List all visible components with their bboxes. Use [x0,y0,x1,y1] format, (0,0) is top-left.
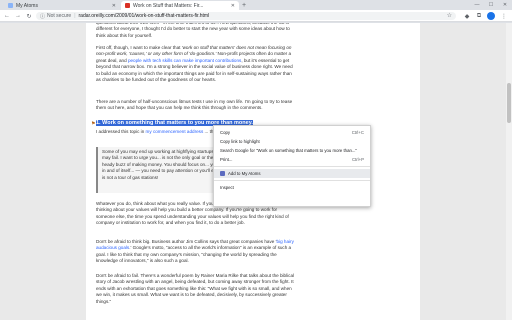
paragraph: Don't be afraid to think big. Business a… [96,239,296,265]
menu-item-copy-link-to-highlight[interactable]: Copy link to highlight [214,137,370,146]
menu-item-label: Copy link to highlight [220,139,260,144]
browser-toolbar: ← → ↻ ⓘ Not secure | radar.oreilly.com/2… [0,10,512,22]
atoms-extension-icon [220,171,225,176]
menu-item-shortcut: Ctrl+C [351,130,364,135]
minimize-icon[interactable]: — [470,0,484,10]
commencement-address-link[interactable]: my commencement address [146,129,204,134]
paragraph: Don't be afraid to fail. There's a wonde… [96,273,295,304]
tab-article[interactable]: Work on Stuff that Matters: Fir... ✕ [121,1,239,10]
menu-item-inspect[interactable]: Inspect [214,183,370,192]
menu-item-label: Search Google for "Work on something tha… [220,148,357,153]
menu-item-label: Print... [220,157,233,162]
context-menu: Copy Ctrl+C Copy link to highlight Search… [213,125,371,207]
close-window-icon[interactable]: ✕ [498,0,512,10]
scrollbar-thumb[interactable] [507,83,511,123]
tab-title: My Atoms [16,2,38,9]
new-tab-icon[interactable]: + [242,1,246,10]
close-tab-icon[interactable]: ✕ [231,3,235,9]
menu-item-print[interactable]: Print... Ctrl+P [214,155,370,164]
menu-item-label: Copy [220,130,231,135]
omnibox-separator: | [74,13,76,19]
menu-item-copy[interactable]: Copy Ctrl+C [214,128,370,137]
tech-skills-link[interactable]: people with tech skills can make importa… [128,58,241,63]
paragraph: There are a number of half-unconscious l… [96,99,293,111]
paragraph-text: I addressed this topic in [96,129,146,134]
tab-bar: My Atoms ✕ Work on Stuff that Matters: F… [0,0,512,10]
menu-item-search-google[interactable]: Search Google for "Work on something tha… [214,146,370,155]
tab-my-atoms[interactable]: My Atoms ✕ [4,1,120,10]
profile-avatar-icon[interactable] [487,12,495,20]
menu-item-label: Inspect [220,185,234,190]
extension-icon[interactable]: ◆ [462,11,472,21]
menu-separator [214,166,370,167]
annotation-flag-icon[interactable]: ⚑ [91,121,95,127]
atoms-favicon-icon [8,3,13,8]
forward-icon[interactable]: → [13,11,23,21]
menu-kebab-icon[interactable]: ⋮ [499,11,509,21]
not-secure-label: Not secure [47,13,72,19]
extensions-puzzle-icon[interactable]: ⧉ [474,11,484,21]
menu-item-label: Add to My Atoms [228,171,261,176]
info-icon[interactable]: ⓘ [40,13,45,20]
page-viewport: questions about their own lives—in the t… [0,23,512,320]
back-icon[interactable]: ← [2,11,12,21]
close-tab-icon[interactable]: ✕ [112,3,116,9]
paragraph: First off, though, I want to make clear … [96,45,296,83]
menu-item-add-to-my-atoms[interactable]: Add to My Atoms [214,169,370,178]
address-bar[interactable]: ⓘ Not secure | radar.oreilly.com/2009/01… [36,12,456,20]
paragraph: questions about their own lives—in the t… [96,23,290,38]
bookmark-star-icon[interactable]: ☆ [447,12,452,19]
menu-separator [214,180,370,181]
tab-title: Work on Stuff that Matters: Fir... [133,2,204,9]
paragraph-text: Don't be afraid to think big. Business a… [96,239,277,244]
paragraph-text: First off, though, I want to make clear … [96,45,182,50]
menu-item-shortcut: Ctrl+P [351,157,364,162]
oreilly-favicon-icon [125,3,130,8]
url-text[interactable]: radar.oreilly.com/2009/01/work-on-stuff-… [79,13,210,19]
reload-icon[interactable]: ↻ [24,11,34,21]
maximize-icon[interactable]: ☐ [484,0,498,10]
vertical-scrollbar[interactable] [506,23,512,320]
